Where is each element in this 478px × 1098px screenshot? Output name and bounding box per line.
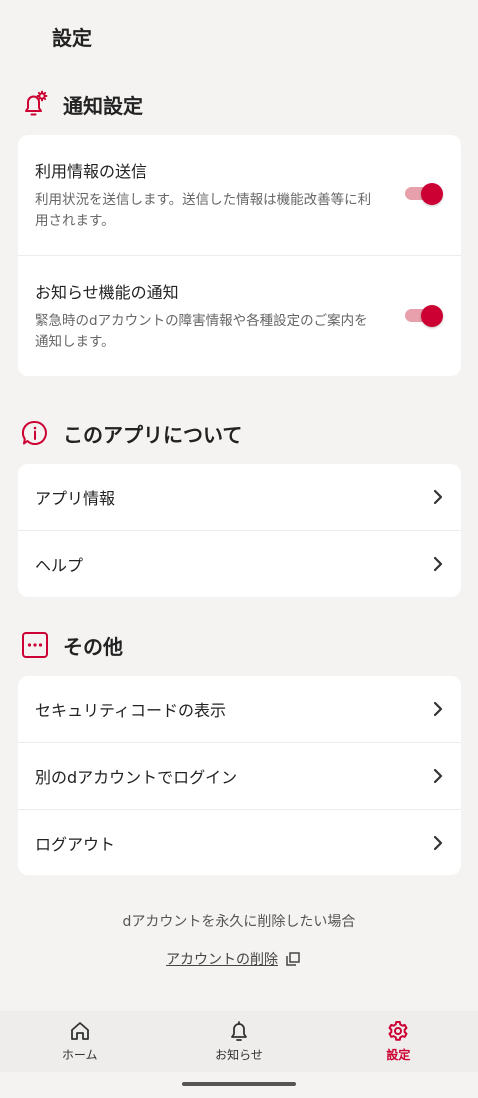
nav-notifications-label: お知らせ	[215, 1048, 263, 1062]
chevron-right-icon	[433, 489, 443, 505]
logout-row[interactable]: ログアウト	[18, 810, 461, 875]
chevron-right-icon	[433, 556, 443, 572]
nav-settings-label: 設定	[386, 1048, 411, 1062]
delete-account-link[interactable]: アカウントの削除	[166, 949, 300, 969]
nav-home-label: ホーム	[61, 1048, 98, 1062]
other-section-title: その他	[63, 634, 123, 659]
other-section-header: その他	[20, 630, 123, 660]
app-info-label: アプリ情報	[35, 489, 116, 508]
chevron-right-icon	[433, 701, 443, 717]
notice-notification-title: お知らせ機能の通知	[35, 283, 179, 302]
bottom-navigation: ホーム お知らせ 設定	[0, 1011, 478, 1072]
info-icon	[20, 418, 50, 448]
external-window-icon	[286, 952, 300, 966]
chevron-right-icon	[433, 768, 443, 784]
security-code-row[interactable]: セキュリティコードの表示	[18, 676, 461, 743]
about-card: アプリ情報 ヘルプ	[18, 464, 461, 597]
notice-notification-row: お知らせ機能の通知 緊急時のdアカウントの障害情報や各種設定のご案内を通知します…	[18, 256, 461, 376]
page-title: 設定	[52, 26, 92, 50]
logout-label: ログアウト	[35, 835, 116, 854]
home-indicator	[182, 1082, 296, 1086]
usage-info-title: 利用情報の送信	[35, 162, 148, 181]
bell-icon	[231, 1021, 247, 1041]
other-card: セキュリティコードの表示 別のdアカウントでログイン ログアウト	[18, 676, 461, 875]
toggle-knob	[421, 305, 443, 327]
nav-settings[interactable]: 設定	[319, 1011, 478, 1072]
usage-info-row: 利用情報の送信 利用状況を送信します。送信した情報は機能改善等に利用されます。	[18, 135, 461, 256]
more-icon	[20, 630, 50, 660]
app-info-row[interactable]: アプリ情報	[18, 464, 461, 531]
delete-account-link-label: アカウントの削除	[166, 952, 278, 968]
notice-notification-toggle[interactable]	[405, 305, 443, 327]
chevron-right-icon	[433, 835, 443, 851]
nav-notifications[interactable]: お知らせ	[159, 1011, 318, 1072]
notice-notification-description: 緊急時のdアカウントの障害情報や各種設定のご案内を通知します。	[35, 313, 368, 350]
switch-account-row[interactable]: 別のdアカウントでログイン	[18, 743, 461, 810]
delete-account-note: dアカウントを永久に削除したい場合	[122, 914, 356, 930]
help-row[interactable]: ヘルプ	[18, 531, 461, 597]
notification-settings-card: 利用情報の送信 利用状況を送信します。送信した情報は機能改善等に利用されます。 …	[18, 135, 461, 376]
usage-info-toggle[interactable]	[405, 183, 443, 205]
about-section-title: このアプリについて	[63, 422, 243, 447]
notification-section-title: 通知設定	[63, 93, 143, 118]
help-label: ヘルプ	[35, 556, 84, 575]
switch-account-label: 別のdアカウントでログイン	[35, 768, 238, 787]
home-icon	[70, 1022, 89, 1040]
bell-settings-icon	[20, 89, 50, 119]
security-code-label: セキュリティコードの表示	[35, 701, 227, 720]
nav-home[interactable]: ホーム	[0, 1011, 159, 1072]
gear-icon	[388, 1021, 408, 1041]
usage-info-description: 利用状況を送信します。送信した情報は機能改善等に利用されます。	[35, 192, 372, 229]
notification-section-header: 通知設定	[20, 89, 143, 119]
about-section-header: このアプリについて	[20, 418, 242, 448]
toggle-knob	[421, 183, 443, 205]
